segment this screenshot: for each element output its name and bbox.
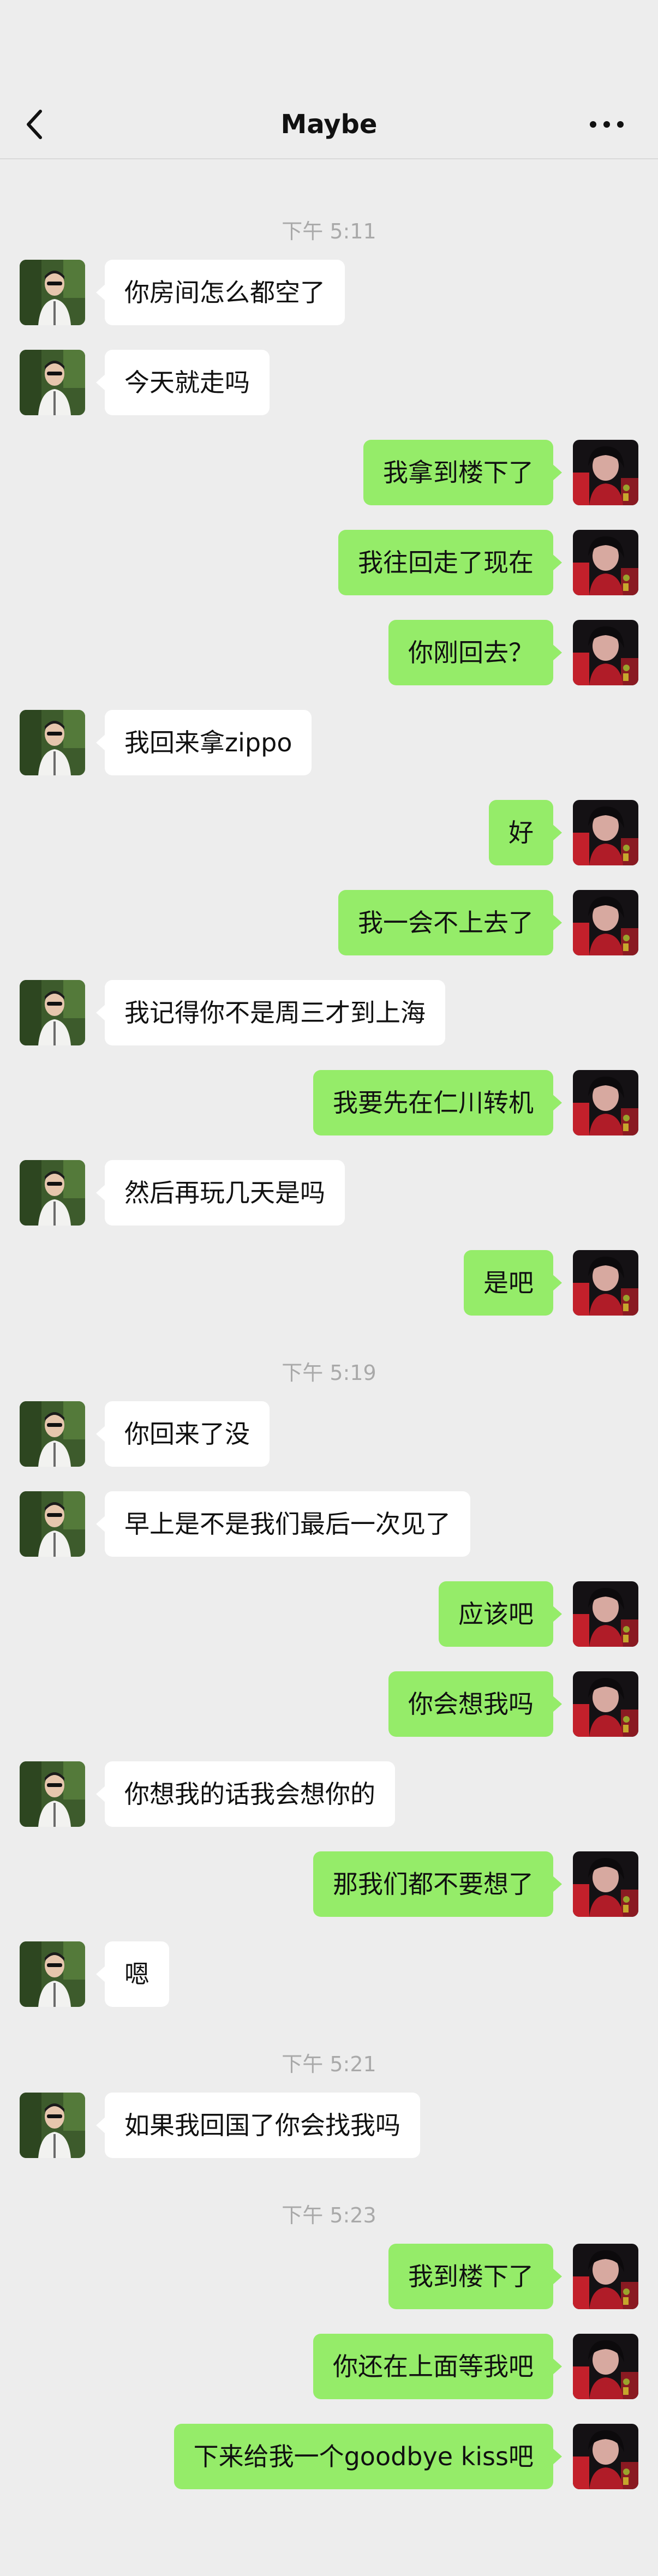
message-bubble[interactable]: 我一会不上去了 (338, 890, 562, 955)
message-bubble[interactable]: 你回来了没 (96, 1401, 270, 1467)
navigation-bar: Maybe (0, 0, 658, 159)
message-row-received: 如果我回国了你会找我吗 (0, 2093, 658, 2183)
message-bubble[interactable]: 你还在上面等我吧 (313, 2334, 562, 2399)
message-row-sent: 我要先在仁川转机 (0, 1070, 658, 1160)
message-bubble[interactable]: 早上是不是我们最后一次见了 (96, 1491, 470, 1557)
more-dots-icon (590, 121, 624, 128)
message-bubble[interactable]: 我记得你不是周三才到上海 (96, 980, 445, 1045)
self-avatar[interactable] (573, 2334, 638, 2399)
more-button[interactable] (584, 107, 630, 142)
chat-title: Maybe (280, 109, 378, 140)
message-bubble[interactable]: 我往回走了现在 (338, 530, 562, 595)
message-bubble[interactable]: 你想我的话我会想你的 (96, 1761, 395, 1827)
contact-avatar[interactable] (20, 980, 85, 1045)
message-bubble[interactable]: 今天就走吗 (96, 350, 270, 415)
timestamp: 下午 5:11 (282, 219, 376, 243)
message-row-sent: 好 (0, 800, 658, 890)
message-row-sent: 你会想我吗 (0, 1671, 658, 1761)
message-row-sent: 那我们都不要想了 (0, 1851, 658, 1941)
contact-avatar[interactable] (20, 1401, 85, 1467)
self-avatar[interactable] (573, 2244, 638, 2309)
message-list[interactable]: 下午 5:11 你房间怎么都空了 今天就走吗 我拿到楼下了 我往回走了现在 你刚… (0, 159, 658, 2576)
message-bubble[interactable]: 你会想我吗 (388, 1671, 562, 1737)
message-bubble[interactable]: 应该吧 (439, 1581, 562, 1647)
self-avatar[interactable] (573, 2424, 638, 2489)
message-row-sent: 下来给我一个goodbye kiss吧 (0, 2424, 658, 2514)
message-row-received: 我记得你不是周三才到上海 (0, 980, 658, 1070)
timestamp: 下午 5:21 (282, 2052, 376, 2076)
message-row-received: 今天就走吗 (0, 350, 658, 440)
message-bubble[interactable]: 我拿到楼下了 (363, 440, 562, 505)
timestamp: 下午 5:19 (282, 1360, 376, 1385)
timestamp: 下午 5:23 (282, 2203, 376, 2227)
contact-avatar[interactable] (20, 260, 85, 325)
message-bubble[interactable]: 好 (489, 800, 562, 865)
message-row-sent: 我到楼下了 (0, 2244, 658, 2334)
message-row-sent: 应该吧 (0, 1581, 658, 1671)
message-bubble[interactable]: 我要先在仁川转机 (313, 1070, 562, 1135)
contact-avatar[interactable] (20, 350, 85, 415)
message-row-received: 你想我的话我会想你的 (0, 1761, 658, 1851)
self-avatar[interactable] (573, 890, 638, 955)
self-avatar[interactable] (573, 1250, 638, 1316)
message-row-sent: 我一会不上去了 (0, 890, 658, 980)
contact-avatar[interactable] (20, 710, 85, 775)
message-bubble[interactable]: 是吧 (464, 1250, 562, 1316)
message-row-received: 早上是不是我们最后一次见了 (0, 1491, 658, 1581)
self-avatar[interactable] (573, 1070, 638, 1135)
self-avatar[interactable] (573, 1581, 638, 1647)
message-bubble[interactable]: 然后再玩几天是吗 (96, 1160, 345, 1226)
self-avatar[interactable] (573, 530, 638, 595)
message-bubble[interactable]: 你房间怎么都空了 (96, 260, 345, 325)
contact-avatar[interactable] (20, 1491, 85, 1557)
message-bubble[interactable]: 我回来拿zippo (95, 710, 312, 775)
message-row-received: 你回来了没 (0, 1401, 658, 1491)
self-avatar[interactable] (573, 440, 638, 505)
message-bubble[interactable]: 那我们都不要想了 (313, 1851, 562, 1917)
message-row-sent: 是吧 (0, 1250, 658, 1340)
message-bubble[interactable]: 如果我回国了你会找我吗 (96, 2093, 420, 2158)
message-row-sent: 我拿到楼下了 (0, 440, 658, 530)
message-row-sent: 你还在上面等我吧 (0, 2334, 658, 2424)
message-row-received: 我回来拿zippo (0, 710, 658, 800)
message-bubble[interactable]: 下来给我一个goodbye kiss吧 (174, 2424, 563, 2489)
message-bubble[interactable]: 嗯 (96, 1941, 169, 2007)
message-row-received: 你房间怎么都空了 (0, 260, 658, 350)
self-avatar[interactable] (573, 620, 638, 685)
contact-avatar[interactable] (20, 1941, 85, 2007)
message-bubble[interactable]: 你刚回去？ (388, 620, 562, 685)
message-row-received: 然后再玩几天是吗 (0, 1160, 658, 1250)
contact-avatar[interactable] (20, 2093, 85, 2158)
message-bubble[interactable]: 我到楼下了 (388, 2244, 562, 2309)
self-avatar[interactable] (573, 1671, 638, 1737)
message-row-sent: 你刚回去？ (0, 620, 658, 710)
message-row-received: 嗯 (0, 1941, 658, 2031)
self-avatar[interactable] (573, 800, 638, 865)
contact-avatar[interactable] (20, 1761, 85, 1827)
self-avatar[interactable] (573, 1851, 638, 1917)
message-row-sent: 我往回走了现在 (0, 530, 658, 620)
contact-avatar[interactable] (20, 1160, 85, 1226)
